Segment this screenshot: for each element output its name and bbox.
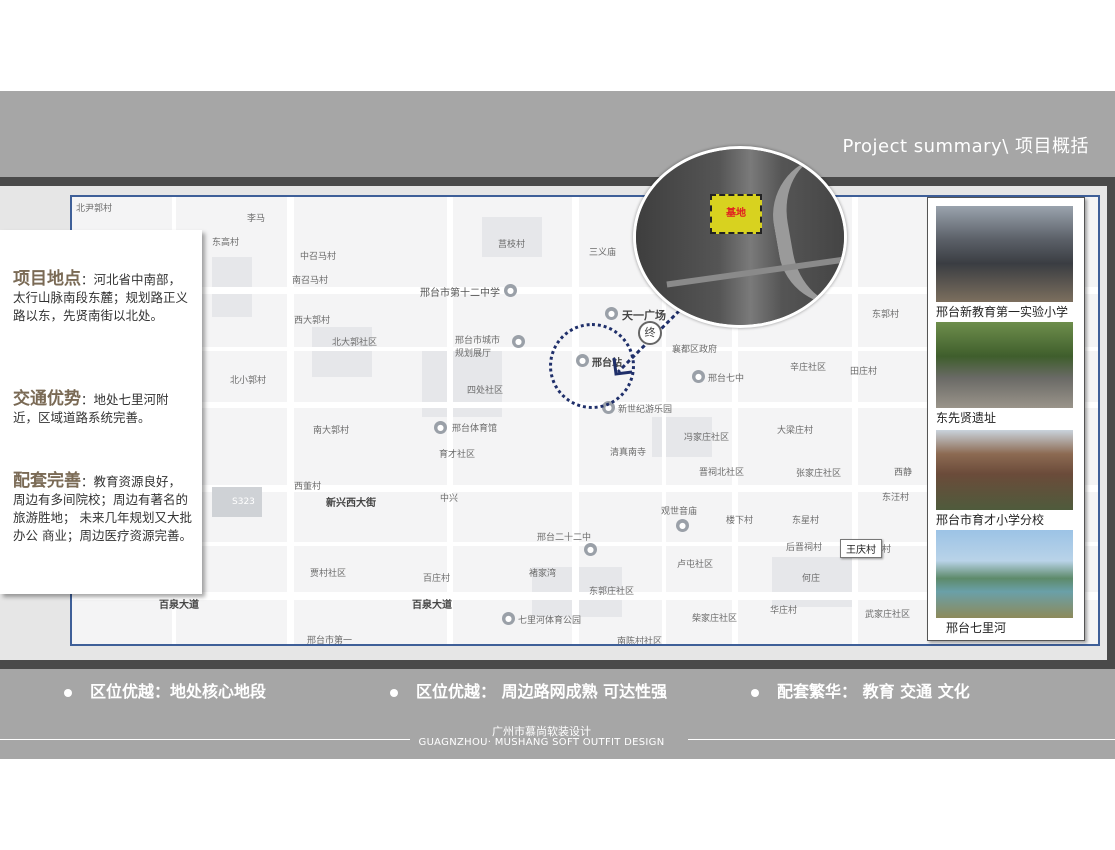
map-label: 中兴 [440,494,459,504]
map-label: 西大郭村 [294,316,331,326]
map-label: 邢台市城市 [455,336,501,346]
map-label: 新兴西大街 [326,498,376,509]
map-label: 邢台市第十二中学 [420,288,500,299]
highlight-text: 区位优越： 周边路网成熟 可达性强 [416,682,668,701]
map-label: 华庄村 [770,606,798,616]
map-label: 规划展厅 [455,349,492,359]
frame-edge [1107,186,1115,660]
wangqing-village-tag: 王庆村 [840,539,882,558]
highlight-item: 区位优越： 周边路网成熟 可达性强 [390,678,667,702]
river-photo [936,530,1073,618]
photo-card[interactable]: 东先贤遗址 [936,322,1073,426]
map-label: 百泉大道 [159,600,199,611]
map-label: 晋祠北社区 [699,468,745,478]
photo-caption: 东先贤遗址 [936,411,997,425]
park-icon[interactable]: ● [502,612,515,625]
map-label: 东郭村 [872,310,900,320]
location-heading: 项目地点 [13,269,81,289]
map-label: 南陈村社区 [617,637,663,646]
map-label: 辛庄社区 [790,363,827,373]
map-road [287,197,294,644]
map-label: 百泉大道 [412,600,452,611]
map-label: 北大郭社区 [332,338,378,348]
museum-icon[interactable]: ● [512,335,525,348]
map-label: 褚家湾 [529,569,557,579]
ruins-photo [936,322,1073,408]
map-label: 南大郭村 [313,426,350,436]
map-label: 柴家庄社区 [692,614,738,624]
divider-bottom [0,660,1115,669]
facility-paragraph: 配套完善：教育资源良好，周边有多间院校；周边有著名的旅游胜地； 未来几年规划又大… [13,472,193,545]
highway-s323-label: S323 [232,497,255,507]
map-label: 冯家庄社区 [684,433,730,443]
project-info-card: 项目地点：河北省中南部，太行山脉南段东麓；规划路正义路以东，先贤南街以北处。 交… [0,230,202,594]
traffic-paragraph: 交通优势：地处七里河附近，区域道路系统完善。 [13,390,193,427]
map-label: 莒枝村 [498,240,526,250]
map-label: 七里河体育公园 [518,616,582,626]
map-label: 何庄 [802,574,821,584]
map-label: 东郭庄社区 [589,587,635,597]
map-label: 武家庄社区 [865,610,911,620]
divider-top [0,177,1115,186]
company-name-en: GUAGNZHOU· MUSHANG SOFT OUTFIT DESIGN [418,737,665,748]
site-marker[interactable]: 基地 [710,194,762,234]
map-label: 清真南寺 [610,448,647,458]
map-pin-icon[interactable]: ● [434,421,447,434]
map-label: 贾村社区 [310,569,347,579]
map-label: 邢台市第一 [307,636,353,646]
map-label: 东高村 [212,238,240,248]
photo-caption: 邢台七里河 [946,621,1007,635]
highlight-text: 区位优越：地处核心地段 [90,682,267,701]
photo-card[interactable]: 邢台市育才小学分校 [936,430,1073,528]
bullet-icon [64,688,72,697]
photo-card[interactable]: 邢台新教育第一实验小学 [936,206,1073,320]
photo-card[interactable]: 邢台七里河 [936,530,1073,636]
map-label: 四处社区 [467,386,504,396]
highlight-item: 配套繁华： 教育 交通 文化 [751,678,970,702]
map-label: 北小郭村 [230,376,267,386]
map-label: 西董村 [294,482,322,492]
photo-caption: 邢台新教育第一实验小学 [936,305,1069,319]
map-label: 楼下村 [726,516,754,526]
page-title: Project summary\ 项目概括 [842,136,1089,157]
school-branch-photo [936,430,1073,510]
school-photo [936,206,1073,302]
map-label: 卢屯社区 [677,560,714,570]
bullet-icon [390,688,398,697]
map-label: 东汪村 [882,493,910,503]
nearby-photos-panel: 邢台新教育第一实验小学 东先贤遗址 邢台市育才小学分校 邢台七里河 [927,197,1085,641]
temple-icon[interactable]: ● [676,519,689,532]
map-label: 田庄村 [850,367,878,377]
map-pin-icon[interactable]: ● [504,284,517,297]
map-label: 李马 [247,214,266,224]
highlight-item: 区位优越：地处核心地段 [64,678,266,702]
map-label: 后晋祠村 [786,543,823,553]
map-label: 中召马村 [300,252,337,262]
highlight-text: 配套繁华： 教育 交通 文化 [777,682,970,701]
map-label: 新世纪游乐园 [618,405,673,415]
map-label: 观世音庙 [661,507,698,517]
map-label: 邢台体育馆 [452,424,498,434]
map-label: 邢台七中 [708,374,745,384]
map-road [852,197,858,644]
location-paragraph: 项目地点：河北省中南部，太行山脉南段东麓；规划路正义路以东，先贤南街以北处。 [13,270,193,325]
map-label: 百庄村 [423,574,451,584]
traffic-heading: 交通优势 [13,389,81,409]
map-label: 张家庄社区 [796,469,842,479]
map-label: 邢台二十二中 [537,533,592,543]
map-label: 南召马村 [292,276,329,286]
map-label: 东星村 [792,516,820,526]
photo-caption: 邢台市育才小学分校 [936,513,1045,527]
map-label: 北尹郭村 [76,204,113,214]
map-label: 大梁庄村 [777,426,814,436]
map-pin-icon[interactable]: ● [584,543,597,556]
map-label: 三义庙 [589,248,617,258]
bullet-icon [751,688,759,697]
map-label: 育才社区 [439,450,476,460]
map-road [572,197,579,644]
aerial-zoom-circle: 基地 [633,146,847,328]
map-label: 西静 [894,468,913,478]
facility-heading: 配套完善 [13,471,81,491]
